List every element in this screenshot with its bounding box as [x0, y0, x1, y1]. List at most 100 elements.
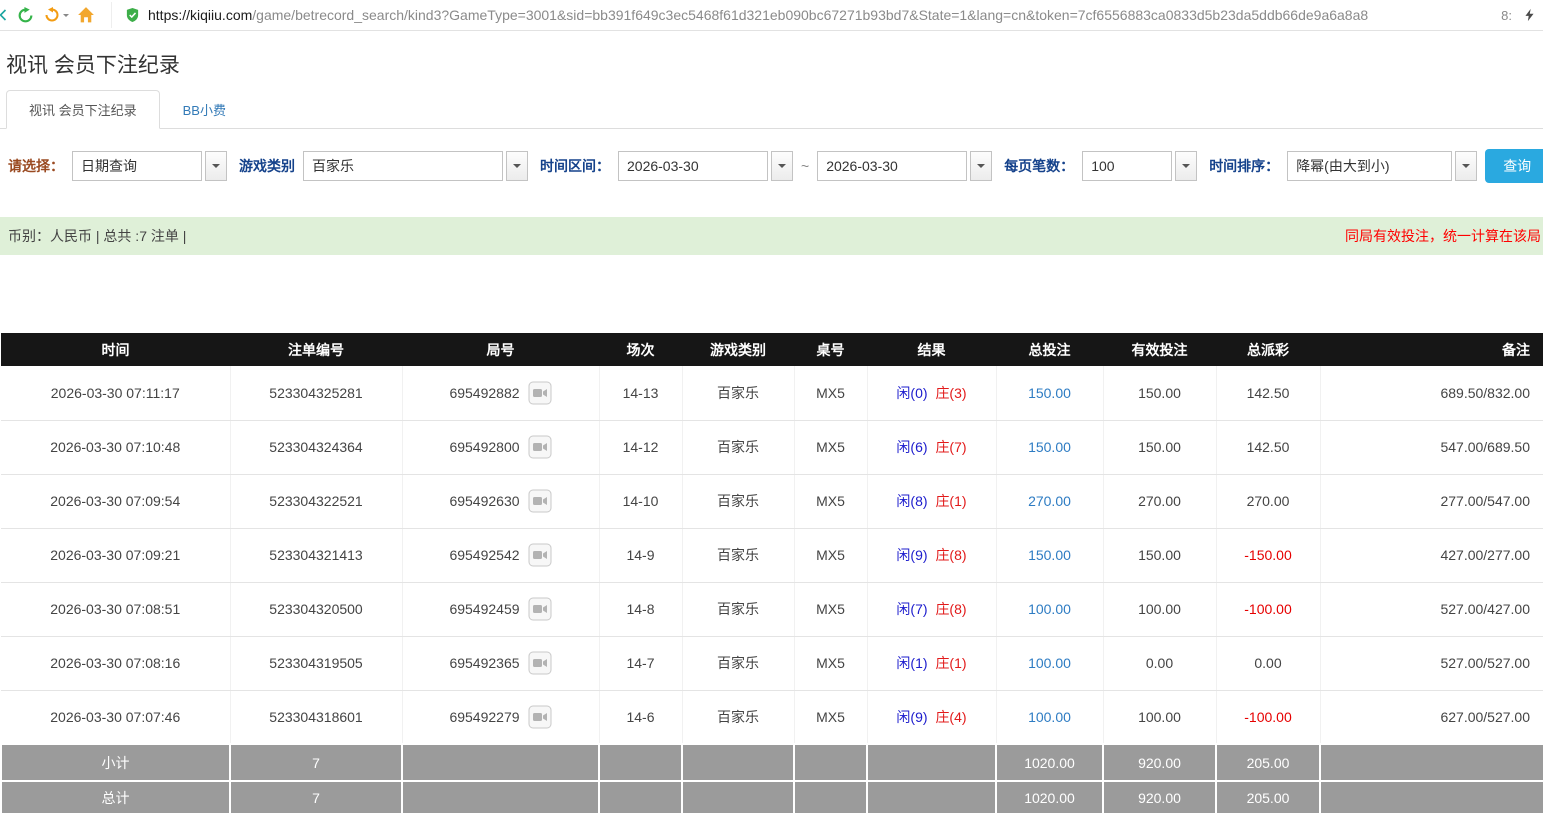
total-bet-link[interactable]: 150.00 — [1028, 439, 1071, 455]
date-from-input[interactable] — [618, 151, 768, 181]
summary-payout: 205.00 — [1216, 744, 1320, 781]
chevron-down-icon[interactable] — [1455, 151, 1477, 181]
cell-remark: 547.00/689.50 — [1320, 420, 1543, 474]
summary-empty-cell — [682, 781, 794, 814]
chevron-down-icon[interactable] — [1175, 151, 1197, 181]
result-player: 闲(8) — [896, 493, 927, 509]
round-number: 695492800 — [449, 439, 519, 455]
cell-valid-bet: 150.00 — [1103, 420, 1216, 474]
round-number: 695492279 — [449, 709, 519, 725]
url-domain: https://kiqiiu.com — [148, 7, 252, 23]
cell-game-type: 百家乐 — [682, 690, 794, 744]
table-number: MX5 — [816, 493, 845, 509]
summary-empty-cell — [682, 744, 794, 781]
tab-bb-tip[interactable]: BB小费 — [160, 90, 249, 129]
table-footer: 小计 7 1020.00 920.00 205.00 总计 7 1020.00 … — [1, 744, 1543, 814]
undo-button[interactable] — [42, 5, 69, 25]
notice-text: 同局有效投注，统一计算在该局 — [1345, 226, 1541, 246]
undo-icon — [42, 5, 62, 25]
url-bar[interactable]: https://kiqiiu.com/game/betrecord_search… — [111, 2, 1488, 28]
cell-valid-bet: 150.00 — [1103, 528, 1216, 582]
cell-payout: 270.00 — [1216, 474, 1320, 528]
date-from-combo — [618, 151, 793, 181]
cell-bet-number: 523304324364 — [230, 420, 402, 474]
home-icon[interactable] — [76, 5, 96, 25]
security-shield-icon[interactable] — [122, 5, 142, 25]
browser-toolbar: https://kiqiiu.com/game/betrecord_search… — [0, 0, 1543, 31]
col-game-type: 游戏类别 — [682, 333, 794, 366]
cell-bet-number: 523304322521 — [230, 474, 402, 528]
video-replay-icon[interactable] — [528, 597, 552, 621]
col-payout: 总派彩 — [1216, 333, 1320, 366]
remark-value: 527.00/427.00 — [1440, 601, 1530, 617]
bet-time: 2026-03-30 07:09:21 — [50, 547, 180, 563]
lightning-icon[interactable] — [1519, 5, 1539, 25]
col-remark: 备注 — [1320, 333, 1543, 366]
video-replay-icon[interactable] — [528, 651, 552, 675]
video-replay-icon[interactable] — [528, 381, 552, 405]
tab-bar: 视讯 会员下注纪录 BB小费 — [0, 93, 1543, 129]
url-path: /game/betrecord_search/kind3?GameType=30… — [252, 7, 1368, 23]
cell-total-bet: 150.00 — [996, 528, 1103, 582]
cell-result: 闲(6) 庄(7) — [867, 420, 996, 474]
bet-record-table: 时间 注单编号 局号 场次 游戏类别 桌号 结果 总投注 有效投注 总派彩 备注… — [0, 333, 1543, 815]
cell-time: 2026-03-30 07:08:51 — [1, 582, 230, 636]
sort-order-input[interactable] — [1287, 151, 1452, 181]
payout-value: 0.00 — [1254, 655, 1281, 671]
total-bet-link[interactable]: 270.00 — [1028, 493, 1071, 509]
cell-round-number: 695492279 — [402, 690, 599, 744]
cell-remark: 277.00/547.00 — [1320, 474, 1543, 528]
refresh-icon[interactable] — [15, 5, 35, 25]
cell-table-number: MX5 — [794, 636, 867, 690]
col-round-number: 局号 — [402, 333, 599, 366]
chevron-down-icon[interactable] — [205, 151, 227, 181]
chevron-down-icon[interactable] — [970, 151, 992, 181]
cell-time: 2026-03-30 07:11:17 — [1, 366, 230, 420]
summary-payout: 205.00 — [1216, 781, 1320, 814]
valid-bet-value: 100.00 — [1138, 601, 1181, 617]
cell-valid-bet: 150.00 — [1103, 366, 1216, 420]
total-bet-link[interactable]: 100.00 — [1028, 709, 1071, 725]
tab-betrecord[interactable]: 视讯 会员下注纪录 — [6, 90, 160, 129]
select-type-input[interactable] — [72, 151, 202, 181]
cell-session: 14-12 — [599, 420, 682, 474]
total-bet-link[interactable]: 100.00 — [1028, 601, 1071, 617]
search-button[interactable]: 查询 — [1485, 149, 1543, 183]
session-number: 14-13 — [623, 385, 659, 401]
cell-bet-number: 523304320500 — [230, 582, 402, 636]
col-time: 时间 — [1, 333, 230, 366]
filter-bar: 请选择： 游戏类别 时间区间： ~ 每页笔数： 时间排序： 查询 — [0, 149, 1543, 183]
cell-total-bet: 270.00 — [996, 474, 1103, 528]
video-replay-icon[interactable] — [528, 489, 552, 513]
summary-row: 总计 7 1020.00 920.00 205.00 — [1, 781, 1543, 814]
game-type-input[interactable] — [303, 151, 503, 181]
video-replay-icon[interactable] — [528, 543, 552, 567]
total-bet-link[interactable]: 150.00 — [1028, 547, 1071, 563]
result-banker: 庄(3) — [935, 385, 966, 401]
bet-number: 523304325281 — [269, 385, 362, 401]
video-replay-icon[interactable] — [528, 705, 552, 729]
round-number: 695492630 — [449, 493, 519, 509]
result-banker: 庄(8) — [935, 547, 966, 563]
chevron-down-icon[interactable] — [771, 151, 793, 181]
chevron-down-icon — [63, 14, 69, 20]
total-bet-link[interactable]: 150.00 — [1028, 385, 1071, 401]
cell-total-bet: 100.00 — [996, 582, 1103, 636]
summary-empty-cell — [1320, 781, 1543, 814]
result-banker: 庄(7) — [935, 439, 966, 455]
cell-session: 14-10 — [599, 474, 682, 528]
chevron-down-icon[interactable] — [506, 151, 528, 181]
summary-label: 小计 — [1, 744, 230, 781]
page-size-input[interactable] — [1082, 151, 1172, 181]
payout-value: -100.00 — [1244, 709, 1291, 725]
total-bet-link[interactable]: 100.00 — [1028, 655, 1071, 671]
cell-remark: 427.00/277.00 — [1320, 528, 1543, 582]
video-replay-icon[interactable] — [528, 435, 552, 459]
result-player: 闲(9) — [896, 709, 927, 725]
summary-label: 总计 — [1, 781, 230, 814]
valid-bet-value: 270.00 — [1138, 493, 1181, 509]
cell-payout: -100.00 — [1216, 690, 1320, 744]
back-icon[interactable] — [0, 5, 8, 25]
date-to-input[interactable] — [817, 151, 967, 181]
cell-total-bet: 150.00 — [996, 366, 1103, 420]
